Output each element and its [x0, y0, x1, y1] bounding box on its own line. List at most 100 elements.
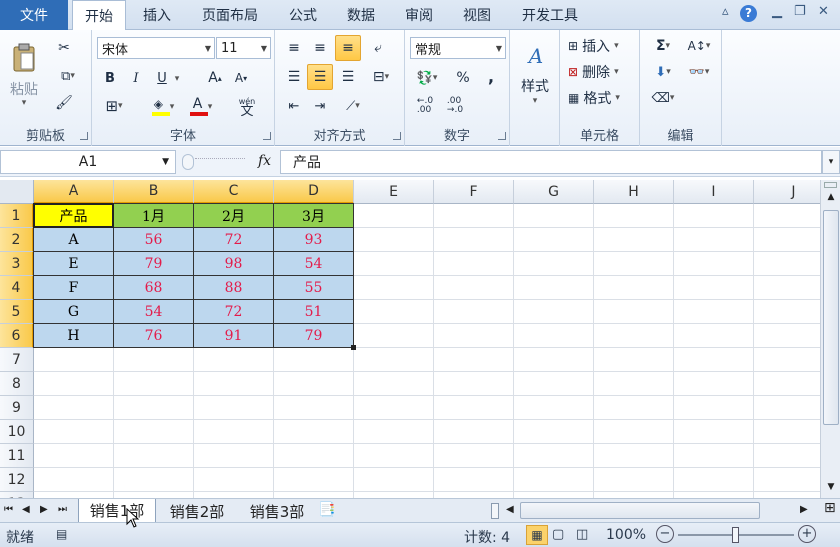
window-minimize-icon[interactable]: ▁	[772, 4, 782, 19]
tab-page-layout[interactable]: 页面布局	[188, 0, 272, 30]
tab-split-handle[interactable]	[491, 503, 499, 519]
table-cell[interactable]: 54	[113, 299, 194, 324]
sort-filter-icon[interactable]: A↕ ▾	[682, 36, 716, 56]
table-cell[interactable]: G	[33, 299, 114, 324]
find-select-icon[interactable]: 👓 ▾	[682, 62, 716, 82]
column-header-b[interactable]: B	[114, 180, 194, 204]
paste-button[interactable]	[6, 38, 42, 78]
vertical-scroll-thumb[interactable]	[823, 210, 839, 425]
underline-dropdown-icon[interactable]: ▾	[172, 74, 182, 84]
table-cell[interactable]: 56	[113, 227, 194, 252]
column-header-a[interactable]: A	[34, 180, 114, 204]
add-column-icon[interactable]: ⊞	[824, 500, 836, 516]
table-cell[interactable]: 54	[273, 251, 354, 276]
table-cell[interactable]: 79	[273, 323, 354, 348]
increase-decimal-icon[interactable]: ←.0.00	[413, 96, 437, 116]
zoom-level[interactable]: 100%	[606, 527, 646, 543]
next-sheet-icon[interactable]: ▶	[40, 504, 48, 515]
align-bottom-icon[interactable]: ≡	[335, 35, 361, 61]
align-center-icon[interactable]: ☰	[307, 64, 333, 90]
table-cell[interactable]: 91	[193, 323, 274, 348]
column-header-j[interactable]: J	[754, 180, 820, 204]
worksheet-grid[interactable]: ABCDEFGHIJ 12345678910111213 产品1月2月3月A56…	[0, 180, 820, 498]
prev-sheet-icon[interactable]: ◀	[22, 504, 30, 515]
merge-center-icon[interactable]: ⊟ ▾	[365, 67, 397, 87]
increase-indent-icon[interactable]: ⇥	[309, 96, 331, 116]
font-name-combo[interactable]: 宋体 ▼	[97, 37, 215, 59]
row-header-1[interactable]: 1	[0, 204, 34, 228]
scroll-right-icon[interactable]: ▶	[800, 504, 808, 515]
page-break-view-icon[interactable]: ◫	[576, 527, 588, 542]
row-header-8[interactable]: 8	[0, 372, 34, 396]
table-header-cell[interactable]: 3月	[273, 203, 354, 228]
table-cell[interactable]: 79	[113, 251, 194, 276]
font-launcher-icon[interactable]	[263, 132, 271, 140]
insert-cells-button[interactable]: ⊞ 插入 ▾	[568, 36, 638, 56]
font-size-combo[interactable]: 11 ▼	[216, 37, 271, 59]
zoom-out-button[interactable]: −	[656, 525, 674, 543]
horizontal-scroll-thumb[interactable]	[520, 502, 760, 519]
wrap-text-icon[interactable]: ⤶	[367, 38, 389, 58]
row-header-7[interactable]: 7	[0, 348, 34, 372]
formula-input[interactable]: 产品	[280, 150, 822, 174]
styles-button[interactable]: 样式	[514, 76, 556, 96]
table-cell[interactable]: H	[33, 323, 114, 348]
column-header-c[interactable]: C	[194, 180, 274, 204]
row-header-5[interactable]: 5	[0, 300, 34, 324]
table-cell[interactable]: 51	[273, 299, 354, 324]
table-cell[interactable]: 68	[113, 275, 194, 300]
table-cell[interactable]: 88	[193, 275, 274, 300]
paste-label[interactable]: 粘贴	[4, 80, 44, 98]
row-header-12[interactable]: 12	[0, 468, 34, 492]
clipboard-launcher-icon[interactable]	[80, 132, 88, 140]
table-cell[interactable]: 72	[193, 299, 274, 324]
borders-button[interactable]: ⊞ ▾	[100, 96, 128, 116]
sheet-tab-1[interactable]: 销售1部	[78, 499, 156, 523]
format-painter-icon[interactable]: 🖌	[54, 92, 74, 114]
zoom-slider-thumb[interactable]	[732, 527, 739, 543]
alignment-launcher-icon[interactable]	[393, 132, 401, 140]
delete-cells-button[interactable]: ⊠ 删除 ▾	[568, 62, 638, 82]
row-header-3[interactable]: 3	[0, 252, 34, 276]
italic-button[interactable]: I	[126, 68, 146, 88]
scroll-down-icon[interactable]: ▼	[823, 482, 839, 496]
column-header-i[interactable]: I	[674, 180, 754, 204]
number-launcher-icon[interactable]	[498, 132, 506, 140]
column-header-f[interactable]: F	[434, 180, 514, 204]
tab-formulas[interactable]: 公式	[276, 0, 330, 30]
align-top-icon[interactable]: ≡	[283, 38, 305, 58]
tab-home[interactable]: 开始	[72, 0, 126, 31]
autosum-button[interactable]: Σ ▾	[648, 36, 678, 56]
align-left-icon[interactable]: ☰	[283, 67, 305, 87]
row-header-4[interactable]: 4	[0, 276, 34, 300]
shrink-font-button[interactable]: A ▾	[230, 68, 252, 88]
select-all-corner[interactable]	[0, 180, 34, 204]
table-cell[interactable]: F	[33, 275, 114, 300]
comma-button[interactable]: ,	[481, 66, 501, 86]
tab-data[interactable]: 数据	[334, 0, 388, 30]
phonetic-button[interactable]: wén 文	[232, 94, 262, 120]
tab-insert[interactable]: 插入	[130, 0, 184, 30]
sheet-tab-3[interactable]: 销售3部	[238, 499, 316, 523]
align-middle-icon[interactable]: ≡	[309, 38, 331, 58]
decrease-indent-icon[interactable]: ⇤	[283, 96, 305, 116]
row-header-2[interactable]: 2	[0, 228, 34, 252]
insert-function-button[interactable]: fx	[258, 153, 271, 169]
row-header-11[interactable]: 11	[0, 444, 34, 468]
row-header-9[interactable]: 9	[0, 396, 34, 420]
table-cell[interactable]: 98	[193, 251, 274, 276]
fill-color-button[interactable]: ◈ ▾	[148, 96, 178, 118]
table-cell[interactable]: 76	[113, 323, 194, 348]
format-cells-button[interactable]: ▦ 格式 ▾	[568, 88, 638, 108]
tab-file[interactable]: 文件	[0, 0, 68, 30]
row-header-10[interactable]: 10	[0, 420, 34, 444]
scroll-up-icon[interactable]: ▲	[823, 192, 839, 206]
fill-handle[interactable]	[351, 345, 356, 350]
help-icon[interactable]: ?	[740, 5, 757, 22]
table-cell[interactable]: 55	[273, 275, 354, 300]
window-close-icon[interactable]: ✕	[818, 4, 829, 19]
sheet-tab-2[interactable]: 销售2部	[158, 499, 236, 523]
paste-dropdown-icon[interactable]: ▾	[18, 98, 30, 108]
styles-dropdown-icon[interactable]: ▾	[530, 96, 540, 106]
vertical-scrollbar[interactable]: ▲ ▼	[820, 180, 840, 498]
